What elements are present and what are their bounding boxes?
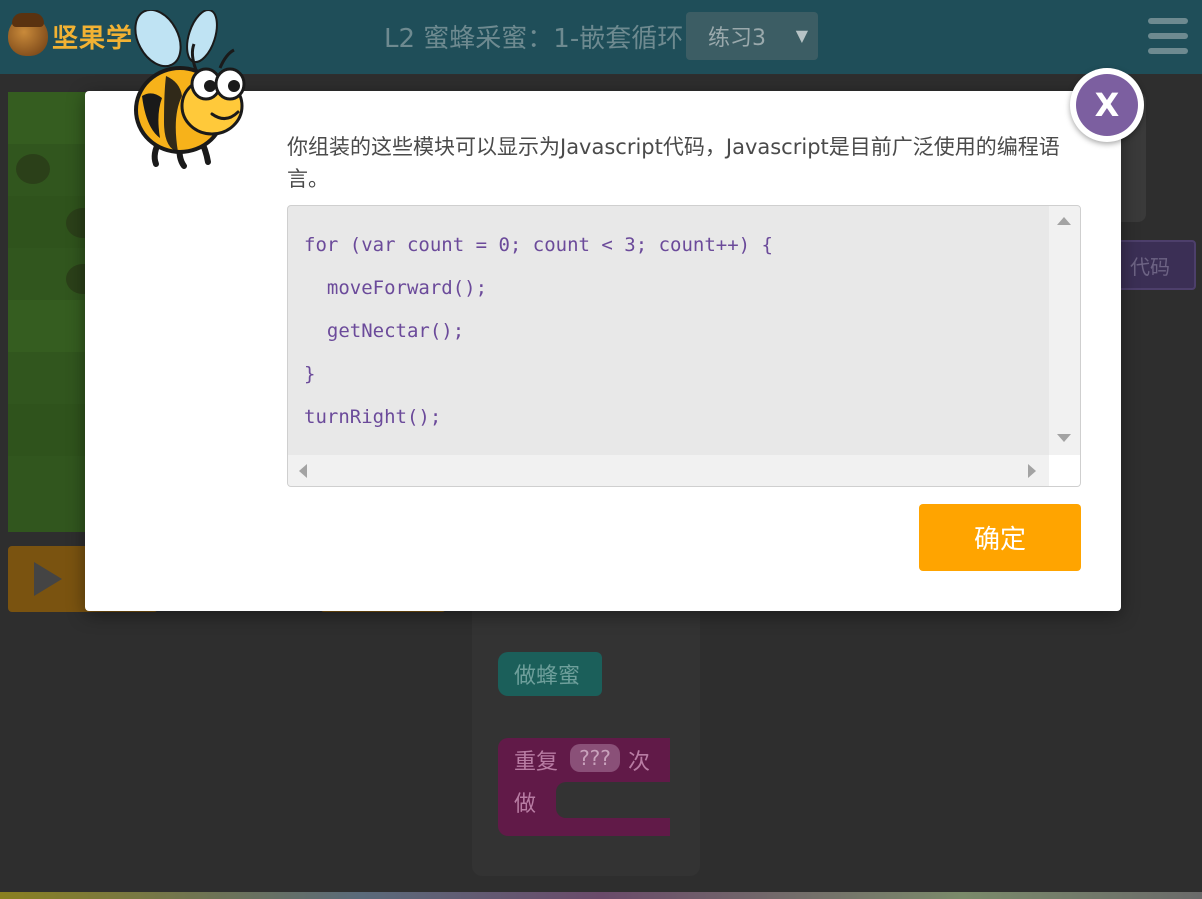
bee-mascot-icon — [134, 10, 246, 169]
repeat-count-field[interactable]: ??? — [570, 744, 620, 772]
bottom-strip — [0, 892, 1202, 899]
game-board — [8, 92, 88, 532]
show-code-label: 代码 — [1130, 254, 1170, 279]
code-line: for (var count = 0; count < 3; count++) … — [304, 234, 773, 256]
close-icon: X — [1076, 74, 1138, 136]
code-viewer[interactable]: for (var count = 0; count < 3; count++) … — [287, 205, 1081, 487]
vertical-scrollbar[interactable] — [1049, 206, 1080, 456]
chevron-down-icon: ▼ — [795, 26, 808, 45]
acorn-logo-icon — [8, 13, 48, 56]
repeat-label: 重复 — [514, 750, 559, 775]
ok-button[interactable]: 确定 — [919, 504, 1081, 571]
code-line: moveForward(); — [304, 277, 488, 299]
code-area: for (var count = 0; count < 3; count++) … — [288, 206, 1049, 456]
scroll-up-icon[interactable] — [1057, 217, 1071, 225]
hamburger-menu-icon[interactable] — [1148, 18, 1188, 54]
make-honey-block[interactable]: 做蜂蜜 — [498, 652, 602, 696]
code-line: } — [304, 363, 316, 385]
make-honey-label: 做蜂蜜 — [514, 664, 581, 689]
code-line: getNectar(); — [304, 320, 465, 342]
dialog-message: 你组装的这些模块可以显示为Javascript代码，Javascript是目前广… — [287, 135, 1060, 191]
level-select[interactable]: 练习3 ▼ — [686, 12, 818, 60]
scrollbar-corner — [1049, 455, 1080, 486]
do-label: 做 — [514, 792, 537, 817]
scroll-right-icon[interactable] — [1028, 464, 1036, 478]
logo[interactable]: 坚果学 — [8, 13, 133, 56]
close-button[interactable]: X — [1070, 68, 1144, 142]
horizontal-scrollbar[interactable] — [288, 455, 1049, 486]
page-title: L2 蜜蜂采蜜：1-嵌套循环 — [384, 24, 684, 54]
tree-icon — [16, 154, 50, 184]
code-line: turnRight(); — [304, 406, 442, 428]
scroll-left-icon[interactable] — [299, 464, 307, 478]
repeat-block-slot — [556, 782, 670, 818]
repeat-times-label: 次 — [628, 750, 651, 775]
scroll-down-icon[interactable] — [1057, 434, 1071, 442]
level-select-value: 练习3 — [708, 26, 766, 51]
